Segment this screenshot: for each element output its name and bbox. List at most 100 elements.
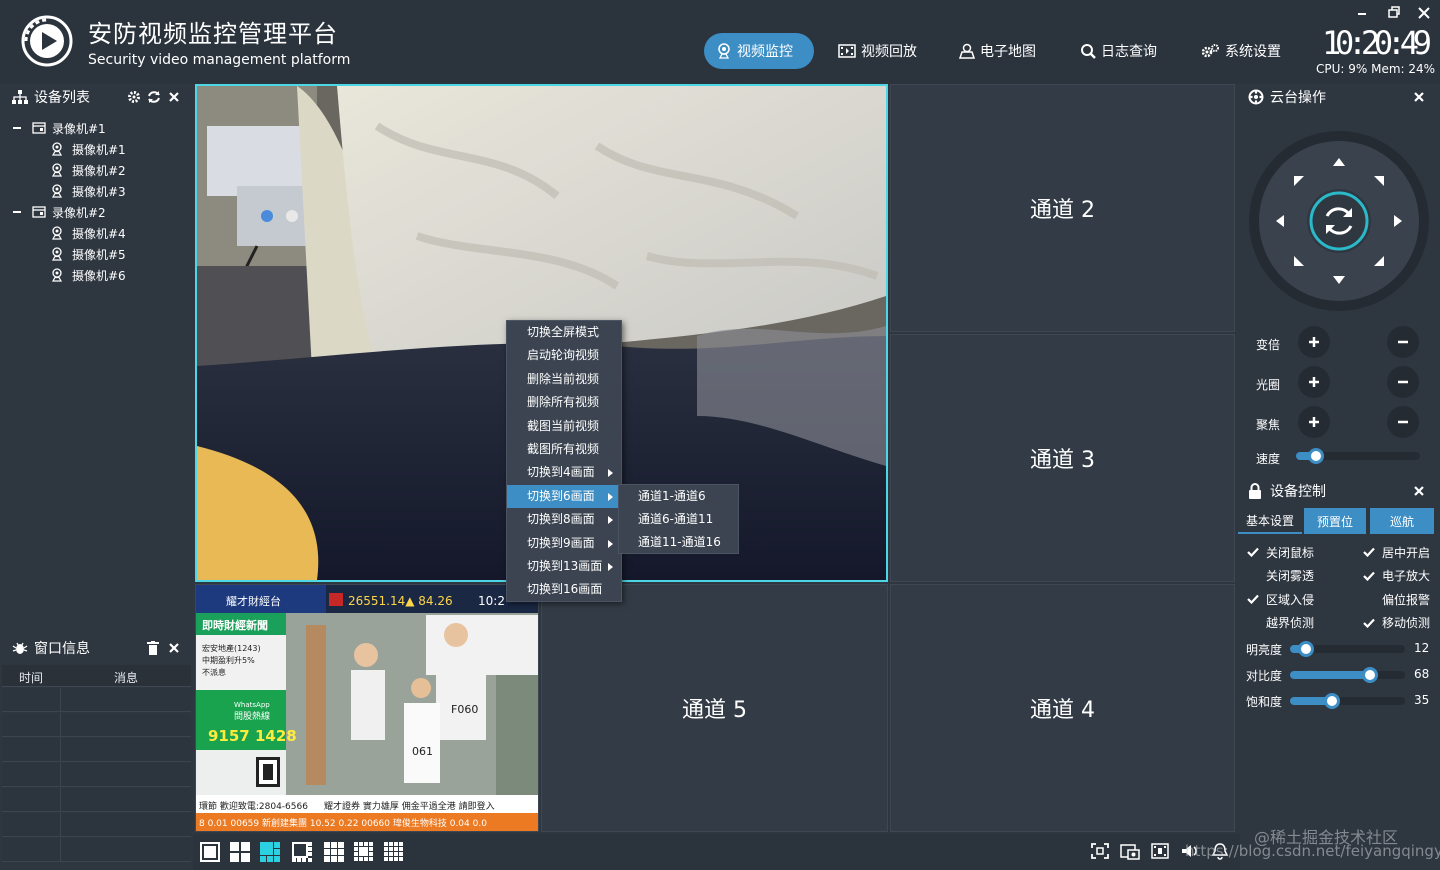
option-checkbox[interactable]: 关闭雾透 [1246, 567, 1314, 585]
ptz-joystick[interactable] [1248, 130, 1430, 312]
screenshot-icon[interactable] [1120, 842, 1140, 860]
ptz-minus-button[interactable] [1387, 406, 1419, 438]
context-menu-item[interactable]: 切换到8画面 [507, 508, 621, 531]
slider-knob[interactable] [1297, 641, 1314, 657]
tree-camera-item[interactable]: 摄像机#4 [50, 223, 126, 243]
submenu-item[interactable]: 通道11-通道16 [619, 531, 738, 554]
option-checkbox[interactable]: 移动侦测 [1362, 614, 1430, 632]
close-icon[interactable] [1414, 4, 1434, 22]
refresh-icon[interactable] [147, 90, 161, 104]
context-menu-label: 切换到4画面 [527, 465, 595, 480]
ptz-plus-button[interactable] [1298, 326, 1330, 358]
context-menu-item[interactable]: 切换全屏模式 [507, 321, 621, 344]
context-menu-item[interactable]: 删除当前视频 [507, 368, 621, 391]
restore-icon[interactable] [1384, 4, 1404, 22]
tree-camera-item[interactable]: 摄像机#2 [50, 160, 126, 180]
option-label: 电子放大 [1382, 569, 1431, 583]
tree-camera-item[interactable]: 摄像机#1 [50, 139, 126, 159]
context-menu-item[interactable]: 启动轮询视频 [507, 344, 621, 367]
fullscreen-icon[interactable] [1090, 842, 1110, 860]
close-panel-icon[interactable] [1413, 485, 1425, 497]
nav-log-query[interactable]: 日志查询 [1080, 33, 1157, 69]
tree-camera-item[interactable]: 摄像机#6 [50, 265, 126, 285]
layout-4-icon[interactable] [230, 842, 250, 862]
context-menu-item[interactable]: 切换到13画面 [507, 555, 621, 578]
ptz-plus-button[interactable] [1298, 406, 1330, 438]
video-cell-2[interactable]: 通道 2 [890, 84, 1235, 332]
layout-16-icon[interactable] [384, 842, 404, 862]
context-menu-item[interactable]: 切换到9画面 [507, 532, 621, 555]
submenu-arrow-icon [608, 563, 613, 571]
ptz-minus-button[interactable] [1387, 366, 1419, 398]
layout-9-icon[interactable] [324, 842, 344, 862]
option-checkbox[interactable]: 居中开启 [1362, 543, 1430, 561]
option-checkbox[interactable]: 关闭鼠标 [1246, 543, 1314, 561]
tree-camera-item[interactable]: 摄像机#3 [50, 181, 126, 201]
tab-cruise[interactable]: 巡航 [1370, 508, 1434, 534]
layout-13-icon[interactable] [354, 842, 374, 862]
close-panel-icon[interactable] [168, 91, 180, 103]
submenu-item[interactable]: 通道1-通道6 [619, 485, 738, 508]
nav-video-monitor[interactable]: 视频监控 [704, 33, 814, 69]
tv-stock: 26551.14▲ 84.26 [348, 594, 453, 608]
submenu-label: 通道6-通道11 [638, 512, 714, 526]
device-control-header: 设备控制 [1248, 478, 1326, 504]
layout-8-icon[interactable] [292, 842, 312, 862]
image-slider-label: 明亮度 [1246, 643, 1283, 657]
minimize-icon[interactable] [1352, 4, 1372, 22]
close-panel-icon[interactable] [1413, 91, 1425, 103]
tab-preset[interactable]: 预置位 [1304, 508, 1366, 534]
nav-video-playback[interactable]: 视频回放 [838, 33, 917, 69]
image-slider[interactable] [1290, 693, 1405, 709]
option-checkbox[interactable]: 越界侦测 [1246, 614, 1314, 632]
app-window: 安防视频监控管理平台 Security video management pla… [0, 0, 1440, 870]
context-menu-item[interactable]: 切换到16画面 [507, 578, 621, 601]
speed-slider[interactable] [1296, 448, 1420, 464]
tab-basic[interactable]: 基本设置 [1238, 508, 1302, 534]
nav-system-settings[interactable]: 系统设置 [1200, 33, 1281, 69]
context-menu-item[interactable]: 截图当前视频 [507, 415, 621, 438]
ptz-plus-button[interactable] [1298, 366, 1330, 398]
submenu-item[interactable]: 通道6-通道11 [619, 508, 738, 531]
settings-gear-icon[interactable] [127, 90, 141, 104]
video-cell-3[interactable]: 通道 3 [890, 334, 1235, 582]
nav-label: 视频监控 [737, 44, 793, 60]
tv-hotline: 9157 1428 [208, 727, 297, 745]
context-menu-label: 截图所有视频 [527, 442, 600, 456]
nav-label: 电子地图 [980, 44, 1036, 60]
header: 安防视频监控管理平台 Security video management pla… [0, 0, 1440, 84]
collapse-minus-icon[interactable] [12, 123, 22, 133]
image-slider[interactable] [1290, 641, 1405, 657]
camera-icon [51, 247, 63, 261]
record-film-icon[interactable] [1150, 842, 1170, 860]
context-menu-item[interactable]: 删除所有视频 [507, 391, 621, 414]
trash-icon[interactable] [147, 641, 159, 655]
image-slider[interactable] [1290, 667, 1405, 683]
tree-camera-item[interactable]: 摄像机#5 [50, 244, 126, 264]
context-menu-label: 截图当前视频 [527, 418, 600, 433]
option-checkbox[interactable]: 区域入侵 [1246, 590, 1314, 608]
tree-nvr-item[interactable]: 录像机#1 [12, 118, 106, 138]
layout-1-icon[interactable] [200, 842, 220, 862]
layout-6-icon[interactable] [260, 842, 280, 862]
tree-nvr-item[interactable]: 录像机#2 [12, 202, 106, 222]
context-menu-item[interactable]: 切换到6画面 [507, 484, 621, 508]
collapse-minus-icon[interactable] [12, 207, 22, 217]
context-menu-item[interactable]: 截图所有视频 [507, 438, 621, 461]
device-control-title: 设备控制 [1270, 484, 1326, 500]
video-cell-6[interactable]: 耀才財經台 26551.14▲ 84.26 10:2 即時財經新聞 宏安地產(1… [195, 584, 539, 832]
ptz-minus-button[interactable] [1387, 326, 1419, 358]
nav-electronic-map[interactable]: 电子地图 [959, 33, 1036, 69]
video-cell-5[interactable]: 通道 5 [541, 584, 888, 832]
check-icon [1362, 545, 1376, 559]
device-list-header: 设备列表 [12, 84, 90, 110]
tv-line1: 宏安地產(1243) [202, 643, 261, 653]
option-label: 居中开启 [1382, 545, 1431, 560]
context-menu-item[interactable]: 切换到4画面 [507, 461, 621, 484]
play-logo-icon [21, 15, 73, 67]
option-checkbox[interactable]: 电子放大 [1362, 567, 1430, 585]
minus-icon [1398, 380, 1408, 384]
close-panel-icon[interactable] [168, 642, 180, 654]
option-checkbox[interactable]: 偏位报警 [1362, 590, 1430, 608]
video-cell-4[interactable]: 通道 4 [890, 584, 1235, 832]
